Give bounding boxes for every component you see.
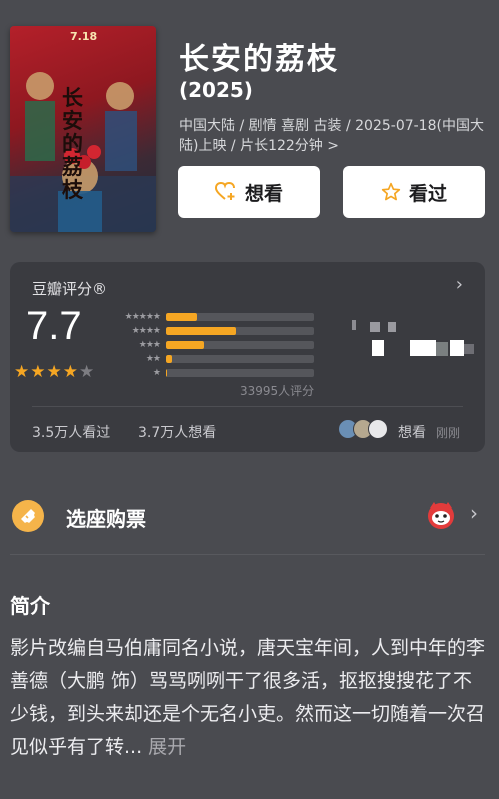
rating-score: 7.7: [26, 304, 82, 348]
buy-ticket-label: 选座购票: [66, 507, 146, 531]
distribution-row-1: ★: [112, 366, 314, 380]
five-star-icons: ★★★★★: [124, 312, 161, 322]
watched-button[interactable]: 看过: [343, 166, 485, 218]
four-star-icons: ★★★★: [131, 326, 161, 336]
want-to-watch-label: 想看: [244, 182, 283, 205]
movie-year: (2025): [179, 78, 253, 102]
wanted-count: 3.7万人想看: [138, 425, 217, 441]
intro-heading: 简介: [10, 594, 50, 618]
friend-avatars[interactable]: [338, 419, 388, 439]
distribution-bar-2: [166, 355, 172, 363]
avatar: [368, 419, 388, 439]
seen-count: 3.5万人看过: [32, 425, 111, 441]
rating-source-label: 豆瓣评分®: [32, 280, 108, 298]
distribution-row-5: ★★★★★: [112, 310, 314, 324]
divider: [10, 554, 485, 555]
redacted-content: [352, 320, 474, 356]
movie-title: 长安的荔枝: [179, 42, 339, 77]
distribution-row-4: ★★★★: [112, 324, 314, 338]
intro-text: 影片改编自马伯庸同名小说，唐天宝年间，人到中年的李善德（大鹏 饰）骂骂咧咧干了很…: [10, 632, 490, 764]
star-icon: ★: [14, 362, 30, 382]
star-icon: ★: [30, 362, 46, 382]
distribution-row-2: ★★: [112, 352, 314, 366]
expand-link[interactable]: 展开: [148, 736, 186, 758]
movie-poster[interactable]: 7.18 长安的荔枝: [10, 26, 156, 232]
watched-label: 看过: [408, 182, 447, 205]
star-icon: ★: [62, 362, 78, 382]
intro-body: 影片改编自马伯庸同名小说，唐天宝年间，人到中年的李善德（大鹏 饰）骂骂咧咧干了很…: [10, 637, 486, 758]
friends-want-label: 想看: [398, 425, 426, 441]
poster-badge: 7.18: [70, 30, 98, 43]
heart-plus-icon: [214, 182, 237, 202]
friends-want-time: 刚刚: [436, 426, 461, 440]
rating-card[interactable]: 豆瓣评分® › 7.7 ★ ★ ★ ★ ★ ★★★★★ ★★★★ ★★★ ★★ ★ 33…: [10, 262, 485, 452]
distribution-row-3: ★★★: [112, 338, 314, 352]
star-outline-icon: [381, 182, 401, 202]
distribution-bar-1: [166, 369, 168, 377]
distribution-bar-5: [166, 313, 198, 321]
chevron-right-icon[interactable]: ›: [456, 274, 463, 295]
ticket-icon: [12, 500, 44, 532]
one-star-icons: ★: [152, 368, 161, 378]
movie-meta[interactable]: 中国大陆 / 剧情 喜剧 古装 / 2025-07-18(中国大陆)上映 / 片…: [179, 116, 489, 156]
star-icon: ★: [79, 362, 95, 382]
star-icon: ★: [46, 362, 62, 382]
poster-headline: 长安的荔枝: [62, 85, 83, 202]
divider: [32, 406, 463, 407]
buy-ticket-row[interactable]: 选座购票 ›: [0, 488, 499, 544]
three-star-icons: ★★★: [138, 340, 161, 350]
distribution-bar-3: [166, 341, 205, 349]
rating-count: 33995人评分: [240, 384, 315, 398]
rating-distribution: ★★★★★ ★★★★ ★★★ ★★ ★: [112, 310, 314, 380]
chevron-right-icon: ›: [470, 501, 478, 525]
rating-stars: ★ ★ ★ ★ ★: [14, 362, 94, 382]
cat-icon: [428, 502, 454, 529]
two-star-icons: ★★: [145, 354, 161, 364]
want-to-watch-button[interactable]: 想看: [178, 166, 320, 218]
distribution-bar-4: [166, 327, 236, 335]
